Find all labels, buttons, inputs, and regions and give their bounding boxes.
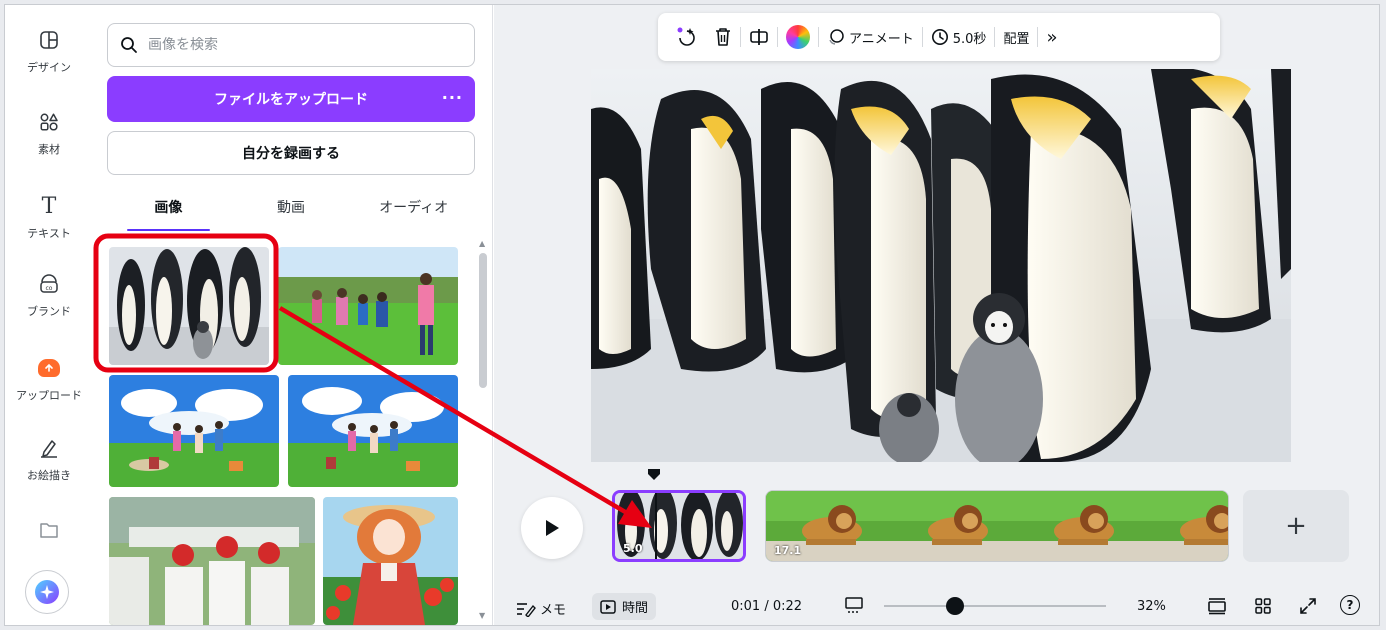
- left-rail: デザイン 素材 T テキスト co ブランド アップロード お絵描き: [5, 5, 93, 625]
- uploads-panel: ファイルをアップロード ··· 自分を録画する 画像 動画 オーディオ: [93, 5, 493, 625]
- fit-toggle-button[interactable]: [844, 596, 864, 614]
- clip-duration: 17.1: [774, 544, 802, 557]
- fullscreen-button[interactable]: [1299, 597, 1317, 615]
- thumbnail-penguins[interactable]: [109, 247, 269, 365]
- bottom-bar: メモ 時間 0:01 / 0:22 32% ?: [494, 585, 1379, 625]
- play-icon: [544, 519, 560, 537]
- timeline-clip-penguins[interactable]: 5.0: [612, 490, 746, 562]
- context-toolbar: アニメート 5.0秒 配置 »: [658, 13, 1220, 61]
- clock-icon: [931, 28, 949, 46]
- duration-label: 5.0秒: [952, 31, 987, 47]
- rail-label: テキスト: [27, 227, 71, 240]
- thumbnail-jumping-kids-1[interactable]: [109, 375, 279, 487]
- svg-text:co: co: [46, 285, 53, 292]
- penguin-image: [591, 69, 1291, 462]
- zoom-level: 32%: [1137, 599, 1166, 614]
- color-button[interactable]: [778, 25, 818, 49]
- draw-icon: [32, 431, 66, 465]
- magic-ai-button[interactable]: [25, 570, 69, 614]
- thumbnail-children-field[interactable]: [278, 247, 458, 365]
- rail-item-design[interactable]: デザイン: [5, 23, 93, 93]
- rail-item-uploads[interactable]: アップロード: [5, 351, 93, 421]
- elements-icon: [32, 105, 66, 139]
- more-options-icon[interactable]: ···: [442, 88, 463, 107]
- rail-item-text[interactable]: T テキスト: [5, 189, 93, 259]
- clip-duration: 5.0: [623, 542, 643, 555]
- tab-audio[interactable]: オーディオ: [352, 191, 475, 231]
- expand-icon: [1299, 597, 1317, 615]
- zoom-slider[interactable]: [884, 597, 1106, 615]
- notes-icon: [516, 601, 536, 617]
- rail-item-elements[interactable]: 素材: [5, 105, 93, 175]
- magic-edit-icon: [676, 26, 698, 48]
- search-input[interactable]: [148, 37, 448, 53]
- split-button[interactable]: [741, 27, 777, 47]
- fit-icon: [844, 596, 864, 614]
- scroll-down-icon[interactable]: ▼: [479, 611, 485, 620]
- design-canvas[interactable]: [591, 69, 1291, 462]
- timer-button[interactable]: 時間: [592, 593, 657, 620]
- rail-label: 素材: [38, 143, 60, 156]
- color-wheel-icon: [786, 25, 810, 49]
- split-icon: [749, 27, 769, 47]
- upload-icon: [32, 351, 66, 385]
- page-view-icon: [1207, 597, 1227, 615]
- rail-item-draw[interactable]: お絵描き: [5, 431, 93, 501]
- rail-label: お絵描き: [27, 469, 71, 482]
- thumbnail-jumping-kids-2[interactable]: [288, 375, 458, 487]
- notes-button[interactable]: メモ: [516, 599, 566, 618]
- timeline-clip-lion[interactable]: 17.1: [765, 490, 1229, 562]
- play-button[interactable]: [521, 497, 583, 559]
- grid-view-button[interactable]: [1254, 597, 1272, 615]
- time-readout: 0:01 / 0:22: [731, 599, 803, 614]
- add-page-button[interactable]: +: [1243, 490, 1349, 562]
- folder-icon: [32, 513, 66, 547]
- more-toolbar-button[interactable]: »: [1038, 27, 1065, 48]
- search-box[interactable]: [107, 23, 475, 67]
- app-window: デザイン 素材 T テキスト co ブランド アップロード お絵描き 画像を検索…: [4, 4, 1380, 626]
- upload-files-label: ファイルをアップロード: [214, 92, 368, 108]
- playhead[interactable]: [648, 466, 660, 480]
- record-yourself-button[interactable]: 自分を録画する: [107, 131, 475, 175]
- scrollbar-thumb[interactable]: [479, 253, 487, 388]
- panel-scrollbar[interactable]: ▲ ▼: [475, 237, 491, 625]
- tab-images[interactable]: 画像: [107, 191, 230, 231]
- media-tabs: 画像 動画 オーディオ: [107, 191, 475, 231]
- arrange-label: 配置: [1003, 31, 1030, 47]
- rail-label: デザイン: [27, 61, 71, 74]
- scroll-up-icon[interactable]: ▲: [479, 239, 485, 248]
- arrange-button[interactable]: 配置: [995, 28, 1037, 47]
- thumbnail-students[interactable]: [109, 497, 315, 625]
- timer-icon: [600, 599, 616, 614]
- animate-button[interactable]: アニメート: [819, 28, 922, 47]
- ai-edit-button[interactable]: [668, 26, 706, 48]
- search-icon: [120, 36, 138, 54]
- pages-view-button[interactable]: [1207, 597, 1227, 615]
- layout-icon: [32, 23, 66, 57]
- notes-label: メモ: [540, 603, 567, 618]
- animate-icon: [827, 28, 845, 46]
- duration-button[interactable]: 5.0秒: [923, 28, 995, 47]
- text-icon: T: [41, 193, 57, 219]
- sparkle-icon: [34, 579, 60, 605]
- animate-label: アニメート: [849, 31, 914, 47]
- tab-videos[interactable]: 動画: [230, 191, 353, 231]
- rail-label: アップロード: [16, 389, 82, 402]
- help-icon: ?: [1340, 595, 1360, 615]
- record-yourself-label: 自分を録画する: [242, 146, 340, 162]
- chevron-double-right-icon: »: [1046, 26, 1058, 48]
- thumbnail-anime-girl[interactable]: [323, 497, 458, 625]
- delete-button[interactable]: [706, 27, 740, 47]
- rail-item-brand[interactable]: co ブランド: [5, 267, 93, 337]
- grid-icon: [1254, 597, 1272, 615]
- zoom-slider-knob[interactable]: [946, 597, 964, 615]
- rail-label: ブランド: [27, 305, 71, 318]
- upload-files-button[interactable]: ファイルをアップロード ···: [107, 76, 475, 122]
- timer-label: 時間: [622, 601, 649, 616]
- editor-area: アニメート 5.0秒 配置 » 5.0 17.1 + メモ 時間 0:01 / …: [494, 5, 1379, 625]
- help-button[interactable]: ?: [1340, 595, 1360, 615]
- trash-icon: [714, 27, 732, 47]
- brand-icon: co: [32, 267, 66, 301]
